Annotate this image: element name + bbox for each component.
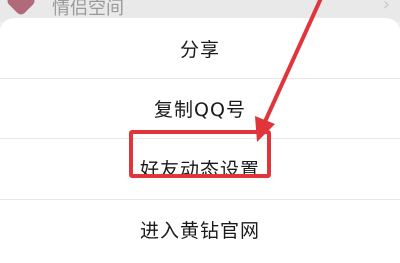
share-button[interactable]: 分享 xyxy=(0,19,400,77)
yellow-diamond-site-button[interactable]: 进入黄钻官网 xyxy=(0,200,400,258)
diamond-app-icon xyxy=(5,0,37,17)
background-row-label: 情侣空间 xyxy=(52,0,124,19)
action-sheet: 分享 复制QQ号 好友动态设置 进入黄钻官网 xyxy=(0,18,400,263)
screen: 情侣空间 › 分享 复制QQ号 好友动态设置 进入黄钻官网 xyxy=(0,0,400,263)
chevron-right-icon: › xyxy=(382,0,390,15)
friend-feed-settings-button[interactable]: 好友动态设置 xyxy=(0,139,400,197)
copy-qq-number-button[interactable]: 复制QQ号 xyxy=(0,79,400,137)
